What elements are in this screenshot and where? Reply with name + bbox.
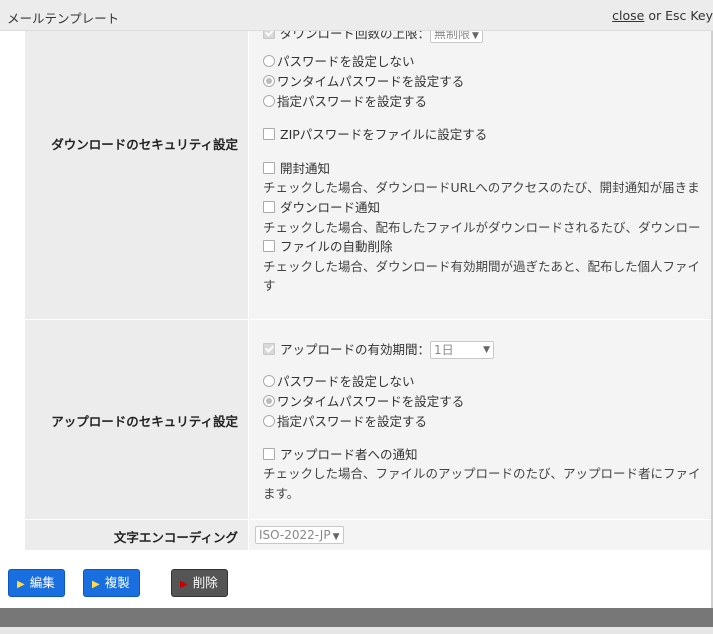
chevron-down-icon: ▼ <box>472 31 479 41</box>
auto-delete-label: ファイルの自動削除 <box>280 239 393 254</box>
zip-password-option[interactable]: ZIPパスワードをファイルに設定する <box>263 124 487 143</box>
download-notice-option[interactable]: ダウンロード通知 <box>263 197 380 216</box>
encoding-label: 文字エンコーディング <box>113 530 238 545</box>
auto-delete-description: チェックした場合、ダウンロード有効期間が過ぎたあと、配布した個人ファイ <box>263 259 701 274</box>
open-notice-description: チェックした場合、ダウンロードURLへのアクセスのたび、開封通知が届きま <box>263 180 700 195</box>
edit-button[interactable]: ▶ 編集 <box>8 569 65 597</box>
chevron-down-icon: ▼ <box>332 532 340 542</box>
download-limit-label: ダウンロード回数の上限： <box>280 31 431 41</box>
download-pw-onetime-label: ワンタイムパスワードを設定する <box>277 74 465 89</box>
download-limit-select[interactable]: 無制限 ▼ <box>430 31 483 43</box>
download-notice-checkbox[interactable] <box>263 201 275 213</box>
upload-security-row: アップロードのセキュリティ設定 アップロードの有効期間： 1日 ▼ パスワードを設定… <box>25 320 713 520</box>
delete-button-label: 削除 <box>192 575 218 590</box>
play-arrow-icon: ▶ <box>17 579 25 590</box>
download-limit-value: 無制限 <box>434 31 471 41</box>
upload-pw-specified-label: 指定パスワードを設定する <box>277 414 428 429</box>
radio-icon[interactable] <box>263 95 275 107</box>
download-pw-specified-option[interactable]: 指定パスワードを設定する <box>263 91 427 110</box>
dialog-footer-bar <box>0 608 713 627</box>
upload-pw-specified-option[interactable]: 指定パスワードを設定する <box>263 411 427 430</box>
auto-delete-description-cont: す <box>263 278 276 293</box>
uploader-notice-option[interactable]: アップロード者への通知 <box>263 444 418 463</box>
open-notice-checkbox[interactable] <box>263 162 275 174</box>
zip-password-checkbox[interactable] <box>263 128 275 140</box>
close-hint-suffix: or Esc Key <box>644 8 713 23</box>
open-notice-option[interactable]: 開封通知 <box>263 158 330 177</box>
close-link[interactable]: close <box>612 8 644 23</box>
copy-button-label: 複製 <box>104 575 130 590</box>
radio-icon[interactable] <box>263 55 275 67</box>
download-pw-onetime-option[interactable]: ワンタイムパスワードを設定する <box>263 71 464 90</box>
download-pw-none-option[interactable]: パスワードを設定しない <box>263 51 415 70</box>
open-notice-label: 開封通知 <box>280 161 331 176</box>
download-pw-none-label: パスワードを設定しない <box>277 54 415 69</box>
upload-pw-onetime-label: ワンタイムパスワードを設定する <box>277 394 465 409</box>
delete-button[interactable]: ▶ 削除 <box>171 569 228 597</box>
encoding-value: ISO-2022-JP <box>259 528 331 542</box>
upload-expiry-label: アップロードの有効期間： <box>280 342 431 357</box>
chevron-down-icon: ▼ <box>483 345 491 355</box>
download-notice-description: チェックした場合、配布したファイルがダウンロードされるたび、ダウンロー <box>263 220 701 235</box>
zip-password-label: ZIPパスワードをファイルに設定する <box>280 127 488 142</box>
close-hint: close or Esc Key <box>612 8 713 23</box>
download-security-row: ダウンロードのセキュリティ設定 ダウンロード回数の上限： 無制限 ▼ パスワードを設… <box>25 31 713 320</box>
uploader-notice-checkbox[interactable] <box>263 448 275 460</box>
download-pw-specified-label: 指定パスワードを設定する <box>277 94 428 109</box>
radio-selected-icon[interactable] <box>263 395 275 407</box>
copy-button[interactable]: ▶ 複製 <box>83 569 140 597</box>
radio-icon[interactable] <box>263 375 275 387</box>
upload-pw-none-option[interactable]: パスワードを設定しない <box>263 371 415 390</box>
dialog-titlebar: メールテンプレート close or Esc Key <box>0 0 713 31</box>
download-security-label: ダウンロードのセキュリティ設定 <box>51 137 238 152</box>
encoding-select-wrap: ISO-2022-JP ▼ <box>255 526 344 544</box>
upload-pw-none-label: パスワードを設定しない <box>277 374 415 389</box>
upload-security-settings: アップロードの有効期間： 1日 ▼ パスワードを設定しない ワンタイムパスワードを設… <box>248 320 713 519</box>
page-bottom-strip <box>0 627 713 634</box>
upload-expiry-line: アップロードの有効期間： 1日 ▼ <box>263 339 495 359</box>
download-security-settings: ダウンロード回数の上限： 無制限 ▼ パスワードを設定しない ワンタイムパスワードを… <box>248 31 713 319</box>
uploader-notice-description-cont: ます。 <box>263 486 300 501</box>
uploader-notice-label: アップロード者への通知 <box>280 447 418 462</box>
dialog-content[interactable]: ダウンロードのセキュリティ設定 ダウンロード回数の上限： 無制限 ▼ パスワードを設… <box>0 31 713 599</box>
encoding-settings: ISO-2022-JP ▼ <box>248 520 713 550</box>
auto-delete-checkbox[interactable] <box>263 240 275 252</box>
play-arrow-icon: ▶ <box>180 579 188 590</box>
upload-expiry-checkbox[interactable] <box>263 343 275 355</box>
uploader-notice-description: チェックした場合、ファイルのアップロードのたび、アップロード者にファイ <box>263 466 701 481</box>
download-limit-line: ダウンロード回数の上限： 無制限 ▼ <box>263 31 483 43</box>
radio-icon[interactable] <box>263 415 275 427</box>
dialog-title: メールテンプレート <box>7 11 120 26</box>
upload-expiry-value: 1日 <box>434 343 454 357</box>
encoding-select[interactable]: ISO-2022-JP ▼ <box>255 526 344 544</box>
edit-button-label: 編集 <box>29 575 55 590</box>
radio-selected-icon[interactable] <box>263 75 275 87</box>
upload-expiry-select[interactable]: 1日 ▼ <box>430 341 495 359</box>
download-notice-label: ダウンロード通知 <box>280 200 381 215</box>
upload-security-label: アップロードのセキュリティ設定 <box>51 414 238 429</box>
download-limit-checkbox[interactable] <box>263 31 275 39</box>
play-arrow-icon: ▶ <box>92 579 100 590</box>
encoding-row: 文字エンコーディング ISO-2022-JP ▼ <box>25 520 713 551</box>
upload-pw-onetime-option[interactable]: ワンタイムパスワードを設定する <box>263 391 464 410</box>
auto-delete-option[interactable]: ファイルの自動削除 <box>263 236 393 255</box>
